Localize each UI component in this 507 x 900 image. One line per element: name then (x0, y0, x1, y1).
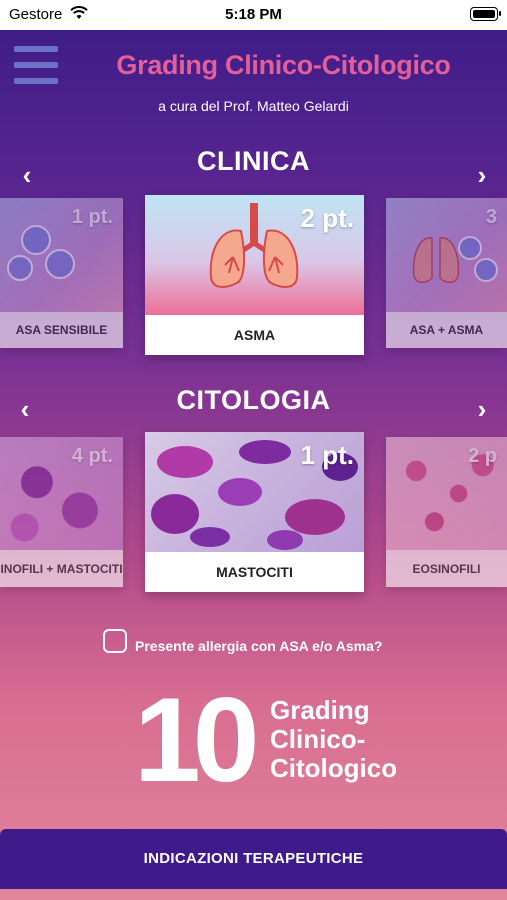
card-label: ASA + ASMA (386, 312, 507, 348)
card-label: INOFILI + MASTOCITI (0, 550, 123, 587)
points-badge: 3 (485, 206, 497, 228)
citologia-prev-chevron-left-icon[interactable]: ‹ (10, 394, 40, 425)
citologia-card-next[interactable]: 2 p EOSINOFILI (386, 437, 507, 587)
clinica-card-current[interactable]: 2 pt. ASMA (145, 195, 364, 355)
therapeutic-indications-button[interactable]: INDICAZIONI TERAPEUTICHE (0, 829, 507, 889)
citologia-next-chevron-right-icon[interactable]: › (467, 394, 497, 425)
points-badge: 2 p (468, 445, 497, 467)
allergy-checkbox-label: Presente allergia con ASA e/o Asma? (135, 638, 383, 654)
allergy-checkbox[interactable] (103, 629, 127, 653)
clinica-card-prev[interactable]: 1 pt. ASA SENSIBILE (0, 198, 123, 348)
grade-caption: Grading Clinico- Citologico (270, 696, 397, 783)
citologia-card-prev[interactable]: 4 pt. INOFILI + MASTOCITI (0, 437, 123, 587)
app-subtitle: a cura del Prof. Matteo Gelardi (158, 98, 349, 114)
card-label: EOSINOFILI (386, 550, 507, 587)
status-bar: Gestore 5:18 PM (0, 0, 507, 30)
clinica-title: CLINICA (197, 146, 310, 176)
points-badge: 1 pt. (300, 440, 354, 470)
clinica-prev-chevron-left-icon[interactable]: ‹ (12, 160, 42, 191)
battery-icon (470, 7, 501, 21)
grade-score: 10 (134, 673, 260, 807)
hamburger-icon[interactable] (14, 46, 58, 86)
card-label: ASMA (145, 315, 364, 355)
grade-caption-line2: Clinico- (270, 724, 366, 754)
grade-caption-line3: Citologico (270, 753, 398, 783)
citologia-card-current[interactable]: 1 pt. MASTOCITI (145, 432, 364, 592)
app-title: Grading Clinico-Citologico (116, 50, 451, 80)
points-badge: 4 pt. (71, 445, 113, 467)
card-label: MASTOCITI (145, 552, 364, 592)
card-label: ASA SENSIBILE (0, 312, 123, 348)
points-badge: 1 pt. (71, 206, 113, 228)
citologia-title: CITOLOGIA (176, 385, 331, 415)
clinica-next-chevron-right-icon[interactable]: › (467, 160, 497, 191)
app-screen: Gestore 5:18 PM Grading Clinico-Citologi… (0, 0, 507, 900)
clock: 5:18 PM (225, 6, 282, 23)
grade-caption-line1: Grading (270, 695, 370, 725)
allergy-checkbox-row[interactable]: Presente allergia con ASA e/o Asma? (103, 628, 382, 654)
clinica-card-next[interactable]: 3 ASA + ASMA (386, 198, 507, 348)
points-badge: 2 pt. (300, 203, 354, 233)
